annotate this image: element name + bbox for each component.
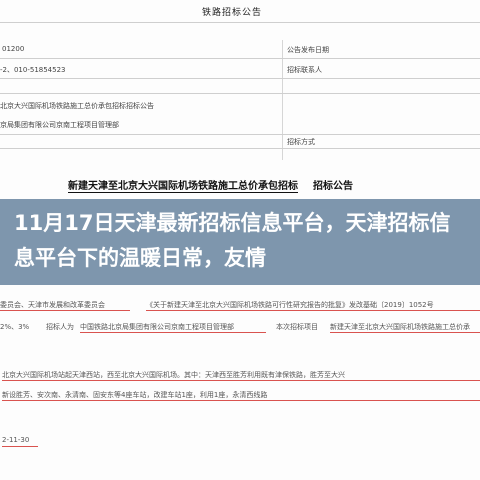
body-text-line: 北京大兴国际机场站起天津西站，西至北京大兴国际机场。其中：天津西至胜芳利用既有津… — [2, 371, 345, 379]
table-row-divider — [0, 78, 480, 79]
table-cell: 北京大兴国际机场铁路施工总价承包招标招标公告 — [0, 102, 154, 110]
underline-mark — [2, 380, 480, 381]
body-text-line: 招标人为 — [46, 323, 74, 331]
body-text-line: 委员会、天津市发展和改革委员会 — [0, 301, 105, 309]
notice-title-main: 新建天津至北京大兴国际机场铁路施工总价承包招标 — [68, 181, 298, 193]
body-text-line: 本次招标项目 — [276, 323, 318, 331]
body-text-line: 《关于新建天津至北京大兴国际机场铁路可行性研究报告的批复》发改基础〔2019〕1… — [146, 301, 434, 309]
table-cell: 招标联系人 — [287, 66, 322, 74]
table-cell: 公告发布日期 — [287, 46, 329, 54]
table-cell: 01200 — [2, 45, 25, 53]
document-header-title: 铁路招标公告 — [202, 8, 263, 18]
body-text-line: 新建天津至北京大兴国际机场铁路施工总价承 — [330, 323, 470, 331]
table-row-divider — [0, 148, 480, 149]
table-row-divider — [0, 93, 480, 94]
table-cell: 京局集团有限公司京南工程项目管理部 — [0, 121, 119, 129]
body-text-line: 新设胜芳、安次南、永清南、固安东等4座车站，改建车站1座，利用1座，永清西线路 — [2, 391, 268, 399]
body-text-line: 2-11-30 — [2, 436, 30, 444]
underline-mark — [0, 310, 130, 311]
table-cell: -2、010-51854523 — [0, 66, 66, 74]
underline-mark — [80, 332, 266, 333]
notice-title-suffix: 招标公告 — [312, 181, 353, 192]
header-divider — [0, 22, 480, 23]
body-text-line: 2%、3% — [0, 323, 30, 331]
underline-mark — [2, 400, 480, 401]
table-cell: 招标方式 — [287, 138, 315, 146]
table-row-divider — [0, 58, 480, 59]
underline-mark — [2, 446, 38, 447]
underline-mark — [146, 310, 480, 311]
table-row-divider — [0, 134, 480, 135]
overlay-title: 11月17日天津最新招标信息平台，天津招标信息平台下的温暖日常，友情 — [14, 211, 451, 270]
body-text-line: 中国铁路北京局集团有限公司京南工程项目管理部 — [80, 323, 234, 331]
notice-title: 新建天津至北京大兴国际机场铁路施工总价承包招标 招标公告 — [68, 177, 353, 193]
underline-mark — [330, 332, 480, 333]
